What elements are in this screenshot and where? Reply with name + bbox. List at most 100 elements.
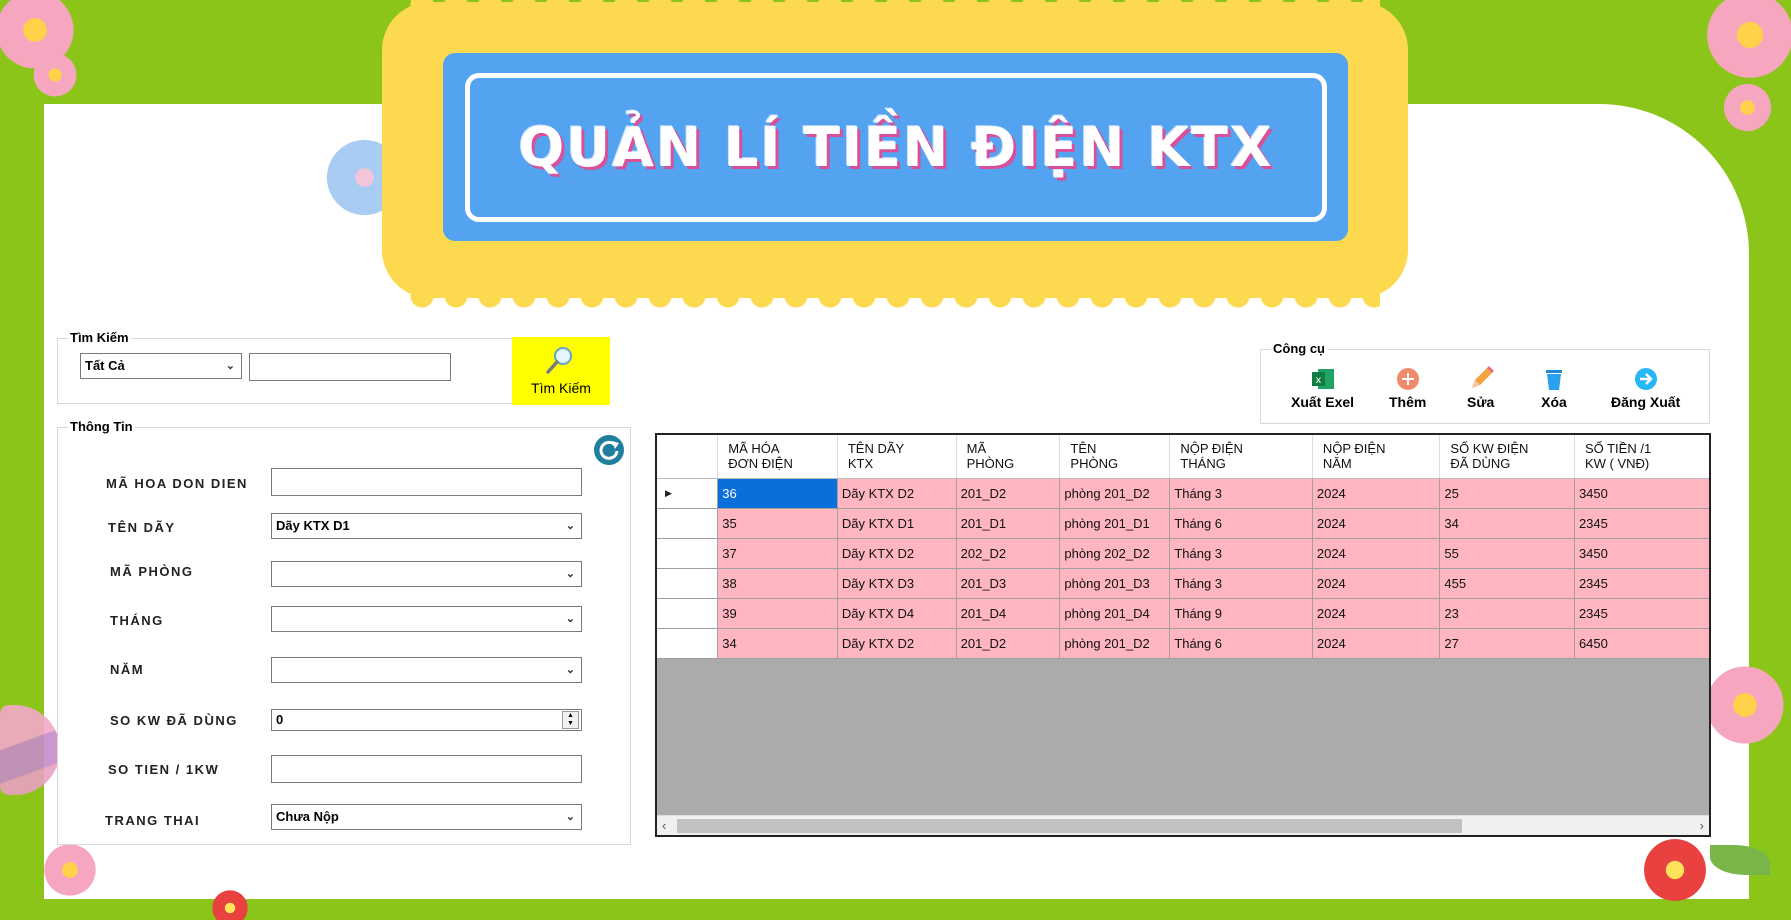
cell-so-tien[interactable]: 2345	[1574, 598, 1709, 629]
cell-ten-phong[interactable]: phòng 201_D2	[1059, 628, 1171, 659]
cell-so-tien[interactable]: 3450	[1574, 538, 1709, 569]
cell-nam[interactable]: 2024	[1312, 508, 1441, 539]
cell-ten-phong[interactable]: phòng 201_D3	[1059, 568, 1171, 599]
spin-arrows-icon[interactable]: ▲ ▼	[562, 711, 579, 729]
cell-so-tien[interactable]: 6450	[1574, 628, 1709, 659]
search-button[interactable]: Tìm Kiếm	[512, 337, 610, 405]
cell-ma-phong[interactable]: 201_D2	[956, 628, 1061, 659]
table-row[interactable]: 37 Dãy KTX D2 202_D2 phòng 202_D2 Tháng 3 202…	[657, 538, 1709, 569]
column-header-ma-hoa-don[interactable]: MÃ HÓA ĐƠN ĐIỆN	[717, 435, 838, 479]
ma-phong-dropdown[interactable]: ⌄	[271, 561, 582, 587]
svg-text:x: x	[1315, 375, 1321, 386]
cell-ten-phong[interactable]: phòng 201_D4	[1059, 598, 1171, 629]
cell-so-kw[interactable]: 27	[1439, 628, 1575, 659]
cell-ten-phong[interactable]: phòng 201_D1	[1059, 508, 1171, 539]
cell-thang[interactable]: Tháng 3	[1169, 538, 1313, 569]
row-header[interactable]: ▶	[657, 478, 719, 509]
pencil-icon	[1471, 366, 1494, 388]
cell-ma-hoa-don[interactable]: 35	[717, 508, 838, 539]
cell-thang[interactable]: Tháng 9	[1169, 598, 1313, 629]
scroll-right-icon[interactable]: ›	[1700, 818, 1704, 833]
cell-ma-phong[interactable]: 201_D1	[956, 508, 1061, 539]
ma-hoa-don-field[interactable]	[271, 468, 582, 496]
horizontal-scrollbar[interactable]: ‹ ›	[657, 815, 1709, 835]
cell-ten-day[interactable]: Dãy KTX D2	[837, 628, 957, 659]
scroll-left-icon[interactable]: ‹	[662, 818, 666, 833]
cell-nam[interactable]: 2024	[1312, 598, 1441, 629]
chevron-down-icon: ⌄	[565, 664, 575, 676]
cell-ten-day[interactable]: Dãy KTX D2	[837, 478, 957, 509]
ten-day-dropdown[interactable]: Dãy KTX D1 ⌄	[271, 513, 582, 539]
row-header[interactable]	[657, 508, 719, 539]
cell-nam[interactable]: 2024	[1312, 478, 1441, 509]
nam-dropdown[interactable]: ⌄	[271, 657, 582, 683]
search-filter-dropdown[interactable]: Tất Cả ⌄	[80, 353, 242, 379]
cell-so-kw[interactable]: 55	[1439, 538, 1575, 569]
cell-ma-hoa-don[interactable]: 39	[717, 598, 838, 629]
field-label-ma-phong: MÃ PHÒNG	[110, 564, 194, 579]
logout-button[interactable]: Đăng Xuất	[1611, 366, 1680, 410]
add-button[interactable]: Thêm	[1389, 366, 1426, 410]
cell-so-kw[interactable]: 34	[1439, 508, 1575, 539]
cell-ma-hoa-don[interactable]: 36	[717, 478, 838, 509]
trang-thai-value: Chưa Nộp	[276, 809, 339, 824]
cell-ten-day[interactable]: Dãy KTX D4	[837, 598, 957, 629]
cell-ten-day[interactable]: Dãy KTX D2	[837, 538, 957, 569]
cell-ten-day[interactable]: Dãy KTX D1	[837, 508, 957, 539]
flower-decoration	[210, 888, 250, 920]
cell-ma-phong[interactable]: 201_D4	[956, 598, 1061, 629]
refresh-button[interactable]	[594, 435, 624, 465]
row-header[interactable]	[657, 538, 719, 569]
cell-so-kw[interactable]: 23	[1439, 598, 1575, 629]
cell-so-tien[interactable]: 2345	[1574, 508, 1709, 539]
cell-thang[interactable]: Tháng 6	[1169, 508, 1313, 539]
cell-so-tien[interactable]: 2345	[1574, 568, 1709, 599]
table-row[interactable]: 34 Dãy KTX D2 201_D2 phòng 201_D2 Tháng 6 202…	[657, 628, 1709, 659]
cell-so-kw[interactable]: 455	[1439, 568, 1575, 599]
table-row[interactable]: ▶ 36 Dãy KTX D2 201_D2 phòng 201_D2 Tháng 3 20…	[657, 478, 1709, 509]
so-kw-stepper[interactable]: 0 ▲ ▼	[271, 709, 582, 731]
trang-thai-dropdown[interactable]: Chưa Nộp ⌄	[271, 804, 582, 830]
row-header[interactable]	[657, 568, 719, 599]
cell-ma-hoa-don[interactable]: 38	[717, 568, 838, 599]
chevron-down-icon: ⌄	[565, 613, 575, 625]
export-excel-button[interactable]: x Xuất Exel	[1291, 366, 1354, 410]
row-header[interactable]	[657, 628, 719, 659]
data-grid[interactable]: MÃ HÓA ĐƠN ĐIỆN TÊN DÃY KTX MÃ PHÒNG TÊN PHÒ…	[655, 433, 1711, 837]
column-header-thang[interactable]: NỘP ĐIỆN THÁNG	[1169, 435, 1313, 479]
cell-nam[interactable]: 2024	[1312, 568, 1441, 599]
edit-button[interactable]: Sửa	[1467, 366, 1494, 410]
cell-so-kw[interactable]: 25	[1439, 478, 1575, 509]
cell-thang[interactable]: Tháng 3	[1169, 478, 1313, 509]
table-row[interactable]: 35 Dãy KTX D1 201_D1 phòng 201_D1 Tháng 6 202…	[657, 508, 1709, 539]
cell-nam[interactable]: 2024	[1312, 628, 1441, 659]
cell-ma-hoa-don[interactable]: 37	[717, 538, 838, 569]
search-input[interactable]	[249, 353, 451, 381]
so-tien-field[interactable]	[271, 755, 582, 783]
cell-so-tien[interactable]: 3450	[1574, 478, 1709, 509]
flower-decoration	[40, 840, 100, 900]
table-row[interactable]: 38 Dãy KTX D3 201_D3 phòng 201_D3 Tháng 3 202…	[657, 568, 1709, 599]
column-header-ma-phong[interactable]: MÃ PHÒNG	[956, 435, 1061, 479]
column-header-ten-phong[interactable]: TÊN PHÒNG	[1059, 435, 1171, 479]
cell-ma-phong[interactable]: 201_D2	[956, 478, 1061, 509]
table-row[interactable]: 39 Dãy KTX D4 201_D4 phòng 201_D4 Tháng 9 202…	[657, 598, 1709, 629]
cell-ten-phong[interactable]: phòng 202_D2	[1059, 538, 1171, 569]
column-header-so-tien[interactable]: SỐ TIỀN /1 KW ( VNĐ)	[1574, 435, 1709, 479]
column-header-so-kw[interactable]: SỐ KW ĐIỆN ĐÃ DÙNG	[1439, 435, 1575, 479]
cell-ma-phong[interactable]: 202_D2	[956, 538, 1061, 569]
row-header[interactable]	[657, 598, 719, 629]
cell-thang[interactable]: Tháng 6	[1169, 628, 1313, 659]
cell-thang[interactable]: Tháng 3	[1169, 568, 1313, 599]
cell-ma-phong[interactable]: 201_D3	[956, 568, 1061, 599]
scrollbar-thumb[interactable]	[677, 819, 1462, 833]
cell-ten-day[interactable]: Dãy KTX D3	[837, 568, 957, 599]
delete-button[interactable]: Xóa	[1541, 366, 1567, 410]
cell-nam[interactable]: 2024	[1312, 538, 1441, 569]
thang-dropdown[interactable]: ⌄	[271, 606, 582, 632]
column-header-nam[interactable]: NỘP ĐIỆN NĂM	[1312, 435, 1441, 479]
cell-ma-hoa-don[interactable]: 34	[717, 628, 838, 659]
search-button-label: Tìm Kiếm	[531, 380, 591, 396]
column-header-ten-day[interactable]: TÊN DÃY KTX	[837, 435, 957, 479]
cell-ten-phong[interactable]: phòng 201_D2	[1059, 478, 1171, 509]
